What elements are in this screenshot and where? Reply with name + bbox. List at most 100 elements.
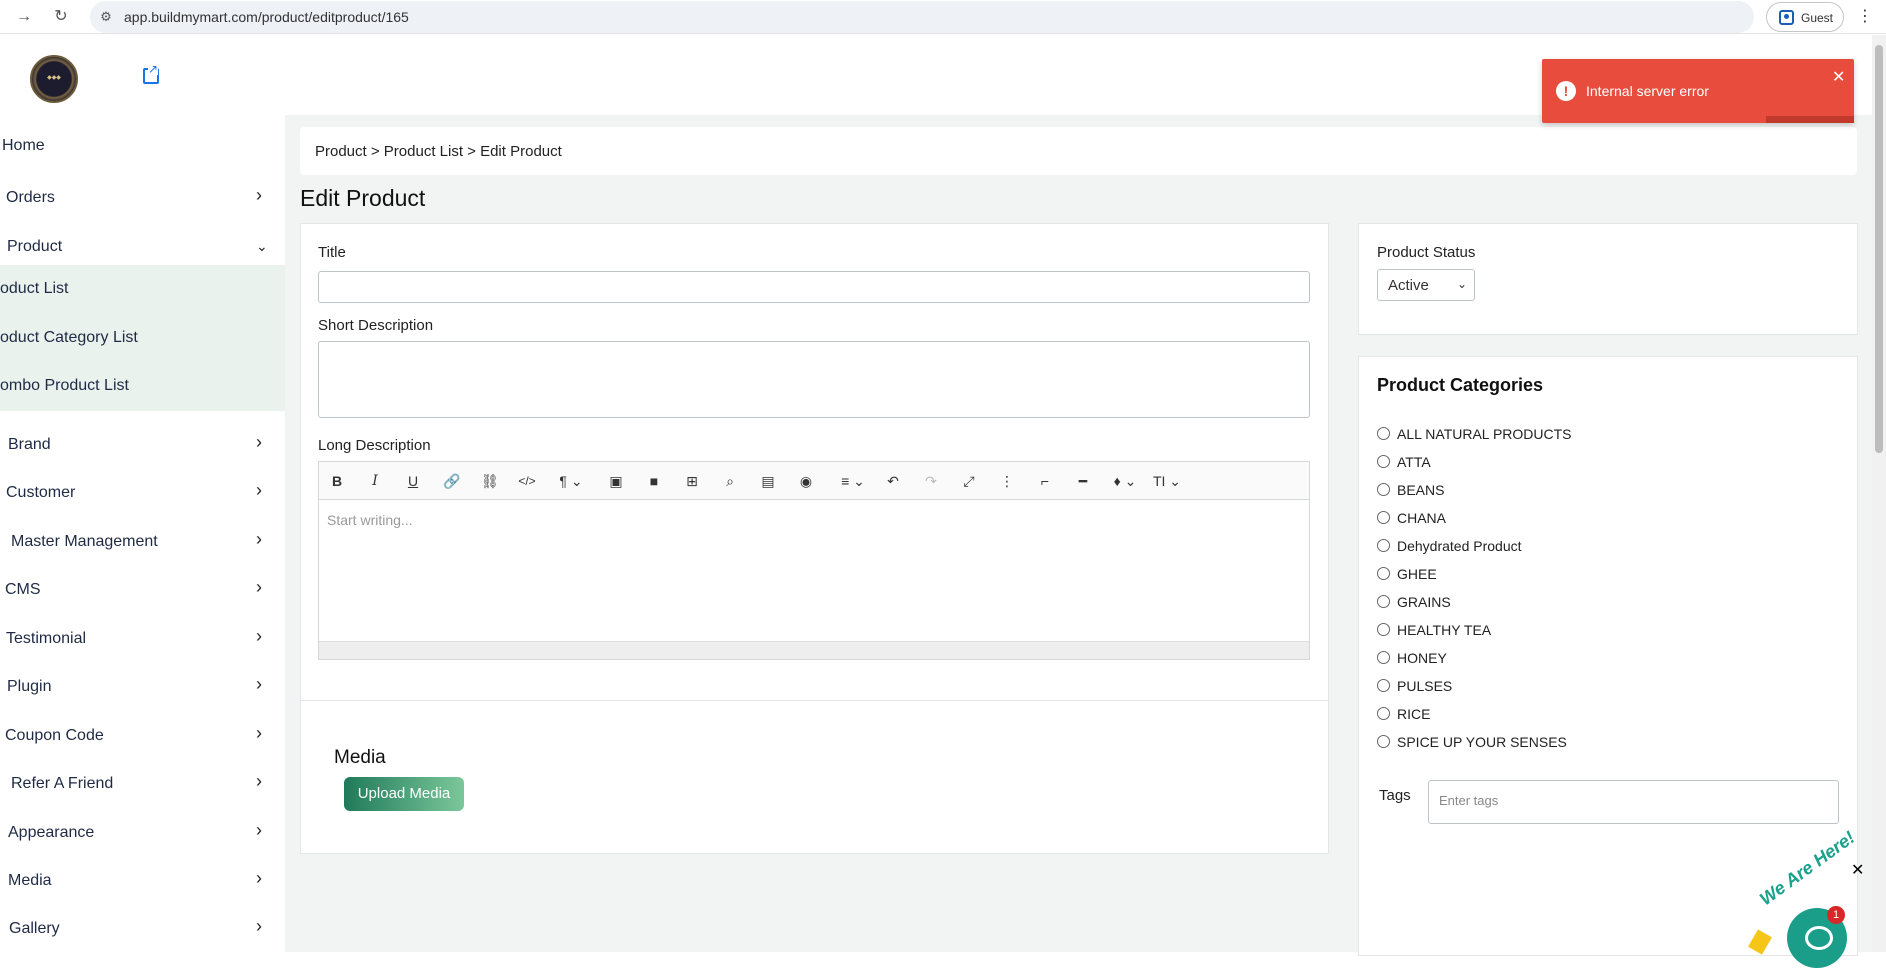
table-icon[interactable]: ⊞ (684, 472, 700, 490)
sidebar-item-refer-a-friend[interactable]: Refer A Friend › (0, 763, 285, 803)
radio-button[interactable] (1377, 595, 1390, 608)
radio-button[interactable] (1377, 539, 1390, 552)
sidebar-item-label: Customer (6, 484, 76, 501)
sidebar-item-coupon-code[interactable]: Coupon Code › (0, 715, 285, 755)
image-icon[interactable]: ▣ (608, 472, 624, 490)
sidebar-item-label: Brand (8, 436, 51, 453)
tags-input[interactable]: Enter tags (1428, 780, 1839, 824)
chat-close-icon[interactable]: ✕ (1851, 860, 1864, 880)
radio-button[interactable] (1377, 511, 1390, 524)
align-icon[interactable]: ≡ ⌄ (834, 472, 872, 490)
sidebar-item-product[interactable]: Product ⌄ (0, 226, 285, 266)
sidebar-subitem-product-category-list[interactable]: oduct Category List (0, 314, 285, 362)
title-input[interactable] (318, 271, 1310, 303)
sidebar-item-cms[interactable]: CMS › (0, 569, 285, 609)
radio-button[interactable] (1377, 427, 1390, 440)
radio-button[interactable] (1377, 623, 1390, 636)
chevron-down-icon: ⌄ (1457, 277, 1468, 291)
breadcrumb-text[interactable]: Product > Product List > Edit Product (315, 143, 562, 160)
editor-toolbar: B I U 🔗 ⛓ </> ¶ ⌄ ▣ ■ ⊞ ⌕ ▤ ◉ ≡ ⌄ ↶ ↷ ⤢ … (319, 462, 1309, 500)
product-status-label: Product Status (1377, 244, 1476, 261)
sidebar-subitem-product-list[interactable]: oduct List (0, 265, 285, 313)
chevron-right-icon: › (256, 868, 262, 888)
radio-button[interactable] (1377, 679, 1390, 692)
external-link-icon[interactable] (143, 63, 159, 84)
media-card: Media Upload Media (300, 700, 1329, 854)
page-title: Edit Product (300, 185, 426, 211)
main-content: Product > Product List > Edit Product Ed… (285, 115, 1872, 956)
browser-menu-icon[interactable]: ⋮ (1855, 7, 1875, 27)
rich-text-editor: B I U 🔗 ⛓ </> ¶ ⌄ ▣ ■ ⊞ ⌕ ▤ ◉ ≡ ⌄ ↶ ↷ ⤢ … (318, 461, 1310, 660)
sidebar-item-label: Refer A Friend (11, 775, 114, 792)
sidebar-item-testimonial[interactable]: Testimonial › (0, 618, 285, 658)
paragraph-icon[interactable]: ¶ ⌄ (557, 472, 585, 490)
redo-icon[interactable]: ↷ (923, 472, 939, 490)
profile-button[interactable]: Guest (1766, 2, 1844, 32)
sidebar-item-label: Coupon Code (5, 727, 104, 744)
sidebar-item-home[interactable]: Home (0, 125, 285, 165)
fullscreen-icon[interactable]: ⤢ (961, 472, 977, 490)
sidebar-item-brand[interactable]: Brand › (0, 424, 285, 464)
color-icon[interactable]: ♦ ⌄ (1111, 472, 1139, 490)
brand-logo[interactable]: ◆◆◆ (30, 55, 78, 103)
error-toast: ! Internal server error ✕ (1542, 59, 1854, 123)
preview-eye-icon[interactable]: ◉ (798, 472, 814, 490)
category-label: SPICE UP YOUR SENSES (1397, 734, 1567, 750)
short-description-textarea[interactable] (318, 341, 1310, 418)
sidebar-item-label: CMS (5, 581, 41, 598)
forward-icon[interactable]: → (14, 7, 34, 27)
chevron-right-icon: › (256, 577, 262, 597)
chevron-right-icon: › (256, 626, 262, 646)
code-view-icon[interactable]: </> (517, 472, 537, 490)
radio-button[interactable] (1377, 567, 1390, 580)
editor-placeholder[interactable]: Start writing... (327, 512, 413, 528)
scrollbar-thumb[interactable] (1875, 45, 1883, 453)
address-bar[interactable]: ⚙ app.buildmymart.com/product/editproduc… (90, 1, 1754, 33)
sidebar-item-label: Gallery (9, 920, 60, 937)
sidebar-item-label: Appearance (8, 824, 95, 841)
more-icon[interactable]: ⋮ (999, 472, 1015, 490)
font-size-icon[interactable]: TI ⌄ (1149, 472, 1185, 490)
undo-icon[interactable]: ↶ (885, 472, 901, 490)
close-icon[interactable]: ✕ (1832, 67, 1845, 87)
document-icon[interactable]: ▤ (760, 472, 776, 490)
sidebar-item-label: Product (7, 238, 63, 255)
site-settings-icon[interactable]: ⚙ (98, 9, 114, 25)
underline-icon[interactable]: U (405, 472, 421, 490)
search-icon[interactable]: ⌕ (722, 472, 738, 490)
video-icon[interactable]: ■ (646, 472, 662, 490)
italic-icon[interactable]: I (367, 472, 383, 490)
category-label: CHANA (1397, 510, 1447, 526)
chevron-right-icon: › (256, 432, 262, 452)
radio-button[interactable] (1377, 483, 1390, 496)
sidebar-subitem-label: oduct List (0, 280, 69, 297)
sidebar-item-orders[interactable]: Orders › (0, 177, 285, 217)
product-status-select[interactable]: Active ⌄ (1377, 269, 1475, 301)
radio-button[interactable] (1377, 707, 1390, 720)
sidebar-item-media[interactable]: Media › (0, 860, 285, 900)
radio-button[interactable] (1377, 455, 1390, 468)
reload-icon[interactable]: ↻ (51, 7, 71, 27)
page-scrollbar[interactable] (1872, 35, 1886, 952)
sidebar-subitem-combo-product-list[interactable]: ombo Product List (0, 362, 285, 410)
sidebar-item-master-management[interactable]: Master Management › (0, 521, 285, 561)
sidebar-item-plugin[interactable]: Plugin › (0, 666, 285, 706)
radio-button[interactable] (1377, 651, 1390, 664)
chevron-right-icon: › (256, 185, 262, 205)
horizontal-rule-icon[interactable]: ━ (1075, 472, 1091, 490)
media-heading: Media (334, 747, 386, 768)
sidebar-item-customer[interactable]: Customer › (0, 472, 285, 512)
category-label: ATTA (1397, 454, 1431, 470)
category-label: ALL NATURAL PRODUCTS (1397, 426, 1572, 442)
editor-resize-bar[interactable] (319, 641, 1309, 659)
format-painter-icon[interactable]: ⌐ (1037, 472, 1053, 490)
bold-icon[interactable]: B (329, 472, 345, 490)
sidebar-item-appearance[interactable]: Appearance › (0, 812, 285, 852)
sidebar-item-gallery[interactable]: Gallery › (0, 908, 285, 948)
upload-media-button[interactable]: Upload Media (344, 777, 464, 811)
toast-progress-bar (1766, 116, 1854, 123)
short-description-label: Short Description (318, 317, 434, 334)
unlink-icon[interactable]: ⛓ (481, 472, 499, 490)
radio-button[interactable] (1377, 735, 1390, 748)
link-icon[interactable]: 🔗 (443, 472, 460, 490)
